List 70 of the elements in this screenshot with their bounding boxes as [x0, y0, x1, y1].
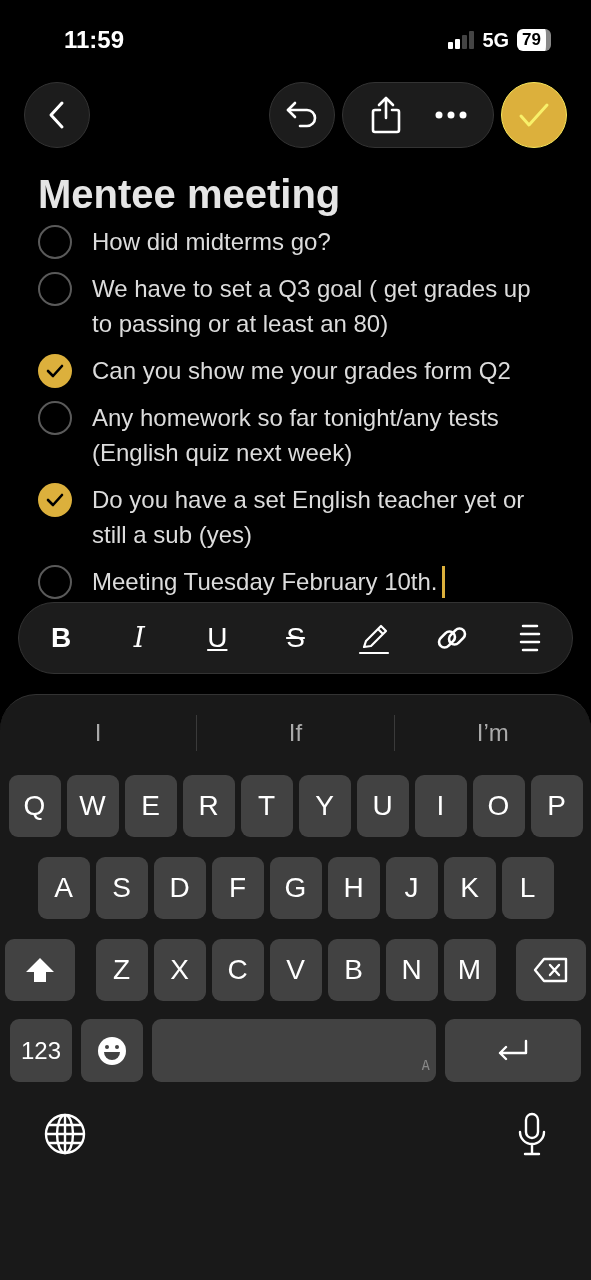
checkmark-icon	[518, 102, 550, 128]
key[interactable]: X	[153, 939, 206, 1001]
key[interactable]: Q	[8, 775, 61, 837]
key[interactable]: R	[182, 775, 235, 837]
suggestion[interactable]: I’m	[466, 715, 519, 751]
underline-button[interactable]: U	[195, 616, 240, 660]
key[interactable]: P	[530, 775, 583, 837]
checklist-item-text: Can you show me your grades form Q2	[92, 356, 511, 386]
checklist-item-text: We have to set a Q3 goal ( get grades up to passing or at least an 80)	[92, 274, 532, 339]
checklist-checkbox[interactable]	[38, 272, 72, 306]
more-icon	[434, 111, 467, 119]
checklist-checkbox[interactable]	[38, 354, 72, 388]
dictation-button[interactable]	[517, 1112, 547, 1156]
key[interactable]: Y	[298, 775, 351, 837]
key[interactable]: Z	[95, 939, 148, 1001]
checklist-item-text: Meeting Tuesday February 10th.	[92, 567, 438, 597]
key[interactable]: C	[211, 939, 264, 1001]
checklist-checkbox[interactable]	[38, 401, 72, 435]
share-icon	[369, 96, 402, 134]
key[interactable]: E	[124, 775, 177, 837]
key[interactable]: L	[501, 857, 554, 919]
key[interactable]: T	[240, 775, 293, 837]
emoji-icon	[97, 1035, 127, 1066]
emoji-key[interactable]	[81, 1019, 143, 1082]
suggestion[interactable]: If	[278, 715, 313, 751]
key[interactable]: F	[211, 857, 264, 919]
key[interactable]: G	[269, 857, 322, 919]
suggestion[interactable]: I	[84, 715, 112, 751]
key[interactable]: O	[472, 775, 525, 837]
key[interactable]: W	[66, 775, 119, 837]
key[interactable]: V	[269, 939, 322, 1001]
numbers-key[interactable]: 123	[10, 1019, 72, 1082]
list-icon	[518, 623, 541, 653]
network-label: 5G	[482, 28, 510, 53]
checklist-checkbox[interactable]	[38, 483, 72, 517]
key[interactable]: H	[327, 857, 380, 919]
checklist-checkbox[interactable]	[38, 565, 72, 599]
status-time: 11:59	[64, 25, 125, 55]
undo-icon	[285, 100, 319, 130]
bold-button[interactable]: B	[39, 616, 83, 660]
key[interactable]: N	[385, 939, 438, 1001]
checklist-checkbox[interactable]	[38, 225, 72, 259]
checkmark-icon	[46, 493, 64, 507]
battery-level: 79	[517, 29, 551, 51]
key[interactable]: I	[414, 775, 467, 837]
key[interactable]: U	[356, 775, 409, 837]
key[interactable]: M	[443, 939, 496, 1001]
checkmark-icon	[46, 364, 64, 378]
italic-button[interactable]: I	[117, 616, 162, 660]
checklist-item-text: How did midterms go?	[92, 227, 331, 257]
strikethrough-button[interactable]: S	[273, 616, 318, 660]
delete-key[interactable]	[516, 939, 586, 1001]
checklist-item-text: Any homework so far tonight/any tests (English quiz next week)	[92, 403, 500, 468]
key[interactable]: S	[95, 857, 148, 919]
key[interactable]: B	[327, 939, 380, 1001]
return-icon	[497, 1038, 529, 1063]
shift-icon	[25, 957, 55, 983]
note-title: Mentee meeting	[37, 171, 342, 218]
globe-button[interactable]	[44, 1113, 86, 1155]
microphone-icon	[517, 1112, 547, 1156]
key[interactable]: K	[443, 857, 496, 919]
key[interactable]: J	[385, 857, 438, 919]
text-cursor	[441, 565, 445, 598]
globe-icon	[44, 1113, 86, 1155]
signal-icon	[448, 31, 475, 49]
checklist-item-text: Do you have a set English teacher yet or still a sub (yes)	[92, 485, 526, 550]
key[interactable]: A	[37, 857, 90, 919]
delete-icon	[533, 957, 569, 983]
shift-key[interactable]	[5, 939, 75, 1001]
key[interactable]: D	[153, 857, 206, 919]
